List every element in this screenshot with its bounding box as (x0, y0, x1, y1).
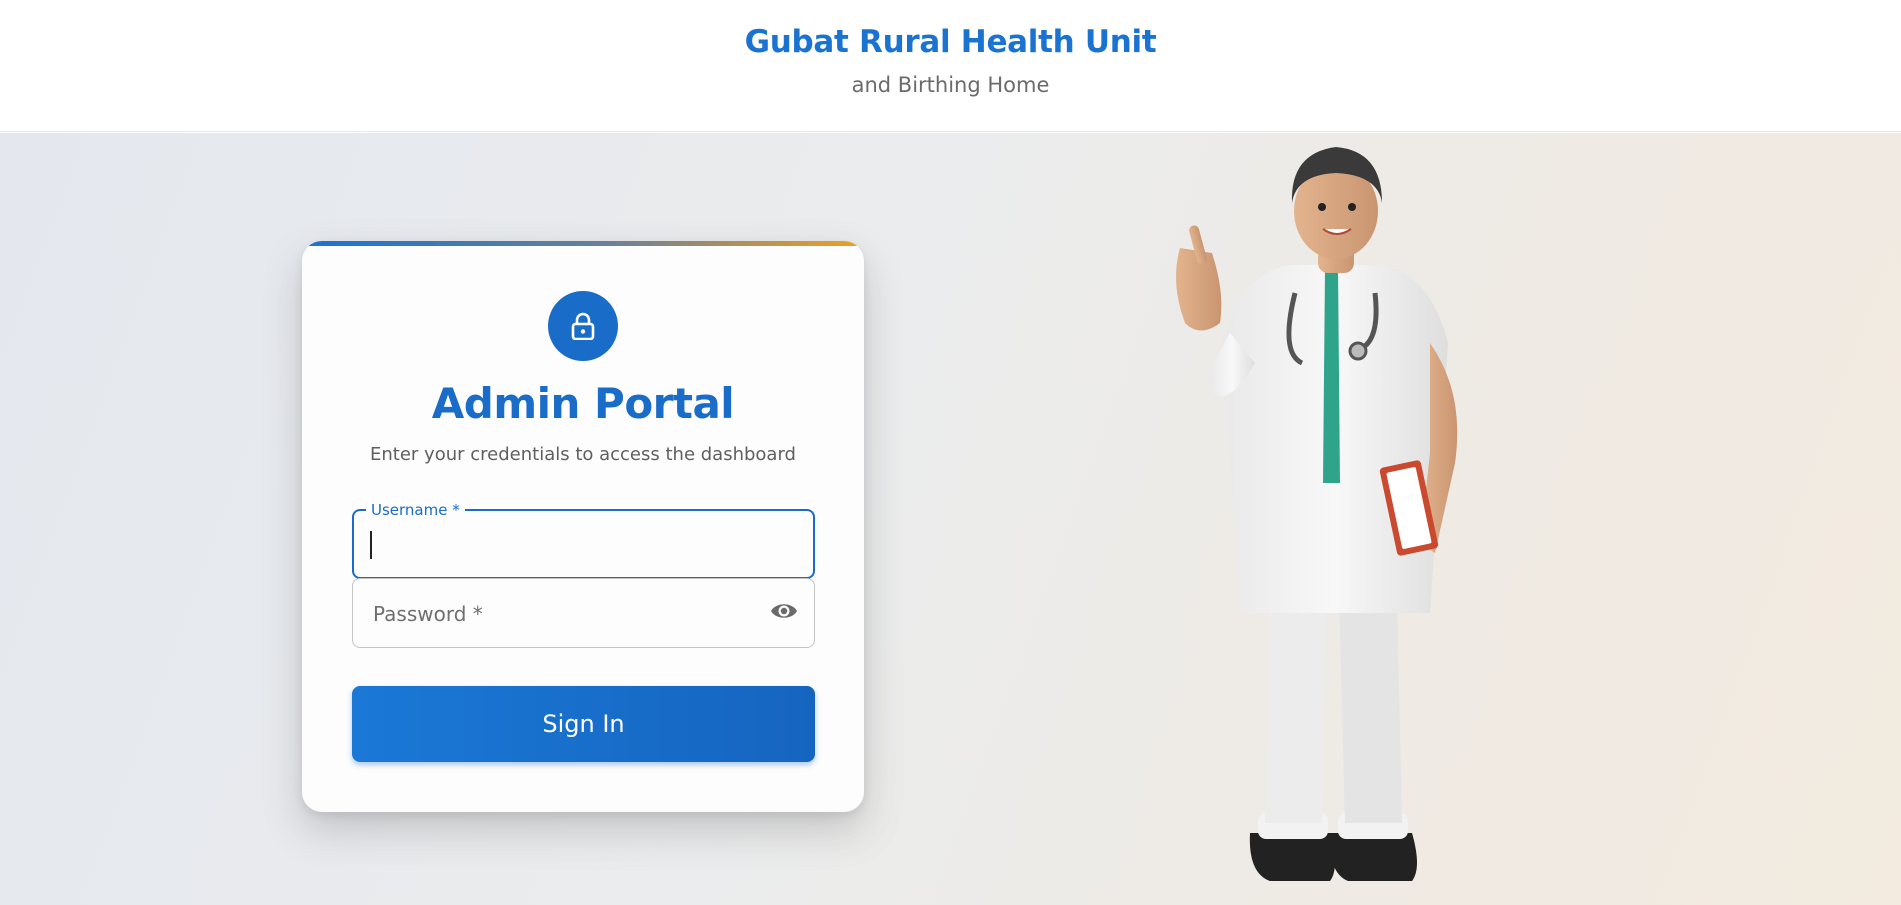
main-area: Admin Portal Enter your credentials to a… (0, 133, 1901, 905)
username-label: Username * (366, 501, 465, 519)
site-subtitle: and Birthing Home (851, 73, 1050, 97)
username-input[interactable] (374, 531, 754, 561)
username-field[interactable]: Username * (352, 501, 815, 579)
site-title: Gubat Rural Health Unit (744, 24, 1157, 60)
login-subtitle: Enter your credentials to access the das… (370, 444, 796, 465)
login-card: Admin Portal Enter your credentials to a… (302, 241, 864, 812)
text-caret (370, 531, 372, 559)
doctor-illustration (1176, 147, 1458, 881)
card-accent-bar (302, 241, 864, 246)
lock-icon (548, 291, 618, 361)
site-header: Gubat Rural Health Unit and Birthing Hom… (0, 0, 1901, 132)
login-title: Admin Portal (431, 379, 735, 428)
password-field[interactable] (352, 578, 815, 648)
password-input[interactable] (373, 599, 753, 629)
sign-in-button[interactable]: Sign In (352, 686, 815, 762)
eye-icon[interactable] (770, 601, 798, 625)
